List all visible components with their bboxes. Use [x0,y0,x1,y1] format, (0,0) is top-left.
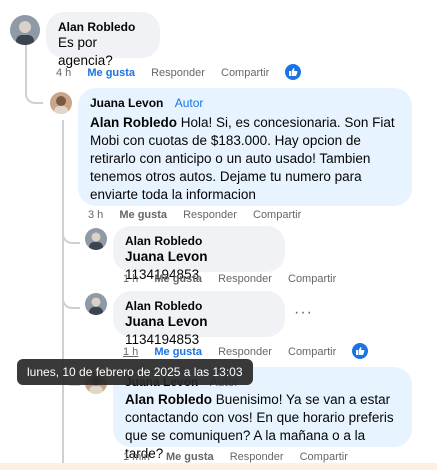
reply-button[interactable]: Responder [230,451,284,463]
comment-bubble: Alan Robledo Juana Levon 1134194853 [113,291,285,347]
share-button[interactable]: Compartir [221,67,269,79]
comment-bubble: Alan Robledo Juana Levon 1134194853 [113,226,285,282]
bottom-strip [0,463,437,470]
comment-bubble: Alan Robledo Es por agencia? [46,12,160,68]
comment-timestamp[interactable]: 1 h [123,346,138,358]
like-button[interactable]: Me gusta [154,346,202,358]
mention-link[interactable]: Juana Levon [125,314,208,329]
thread-branch-2 [62,222,80,244]
comment-timestamp[interactable]: 1 h [123,273,138,285]
avatar[interactable] [85,293,107,315]
comment-bubble: Juana Levon Autor Alan Robledo Hola! Si,… [78,88,412,206]
comment-author[interactable]: Alan Robledo [125,234,273,248]
like-button[interactable]: Me gusta [154,273,202,285]
comment-actions: 1 min Me gusta Responder Compartir [123,451,361,463]
comment-author-row: Juana Levon Autor [90,96,400,110]
reply-button[interactable]: Responder [151,67,205,79]
comment-timestamp[interactable]: 3 h [88,209,103,221]
comment-author[interactable]: Alan Robledo [58,20,148,34]
avatar[interactable] [50,92,72,114]
like-button[interactable]: Me gusta [166,451,214,463]
timestamp-tooltip: lunes, 10 de febrero de 2025 a las 13:03 [17,359,253,385]
comment-timestamp[interactable]: 4 h [56,67,71,79]
like-button[interactable]: Me gusta [87,67,135,79]
mention-link[interactable]: Alan Robledo [125,392,212,407]
comment-actions: 1 h Me gusta Responder Compartir [123,343,381,360]
comment-author[interactable]: Juana Levon [90,96,163,110]
reply-button[interactable]: Responder [218,346,272,358]
share-button[interactable]: Compartir [288,273,336,285]
comment-actions: 3 h Me gusta Responder Compartir [88,209,314,221]
comment-text-row: Alan Robledo Hola! Si, es concesionaria.… [90,114,400,204]
like-button[interactable]: Me gusta [119,209,167,221]
reply-button[interactable]: Responder [218,273,272,285]
mention-link[interactable]: Alan Robledo [90,115,177,130]
avatar[interactable] [85,228,107,250]
comment-author[interactable]: Alan Robledo [125,299,273,313]
avatar[interactable] [10,15,40,45]
thread-branch-3 [62,287,80,309]
like-reaction-icon[interactable] [352,343,369,359]
comment-actions: 1 h Me gusta Responder Compartir [123,273,349,285]
comment-actions: 4 h Me gusta Responder Compartir [56,64,314,81]
like-reaction-icon[interactable] [285,64,302,80]
author-badge: Autor [174,96,204,110]
more-options-icon[interactable]: ··· [294,304,313,322]
share-button[interactable]: Compartir [253,209,301,221]
share-button[interactable]: Compartir [300,451,348,463]
reply-button[interactable]: Responder [183,209,237,221]
share-button[interactable]: Compartir [288,346,336,358]
comment-timestamp[interactable]: 1 min [123,451,150,463]
mention-link[interactable]: Juana Levon [125,249,208,264]
thread-branch-1 [25,80,43,104]
